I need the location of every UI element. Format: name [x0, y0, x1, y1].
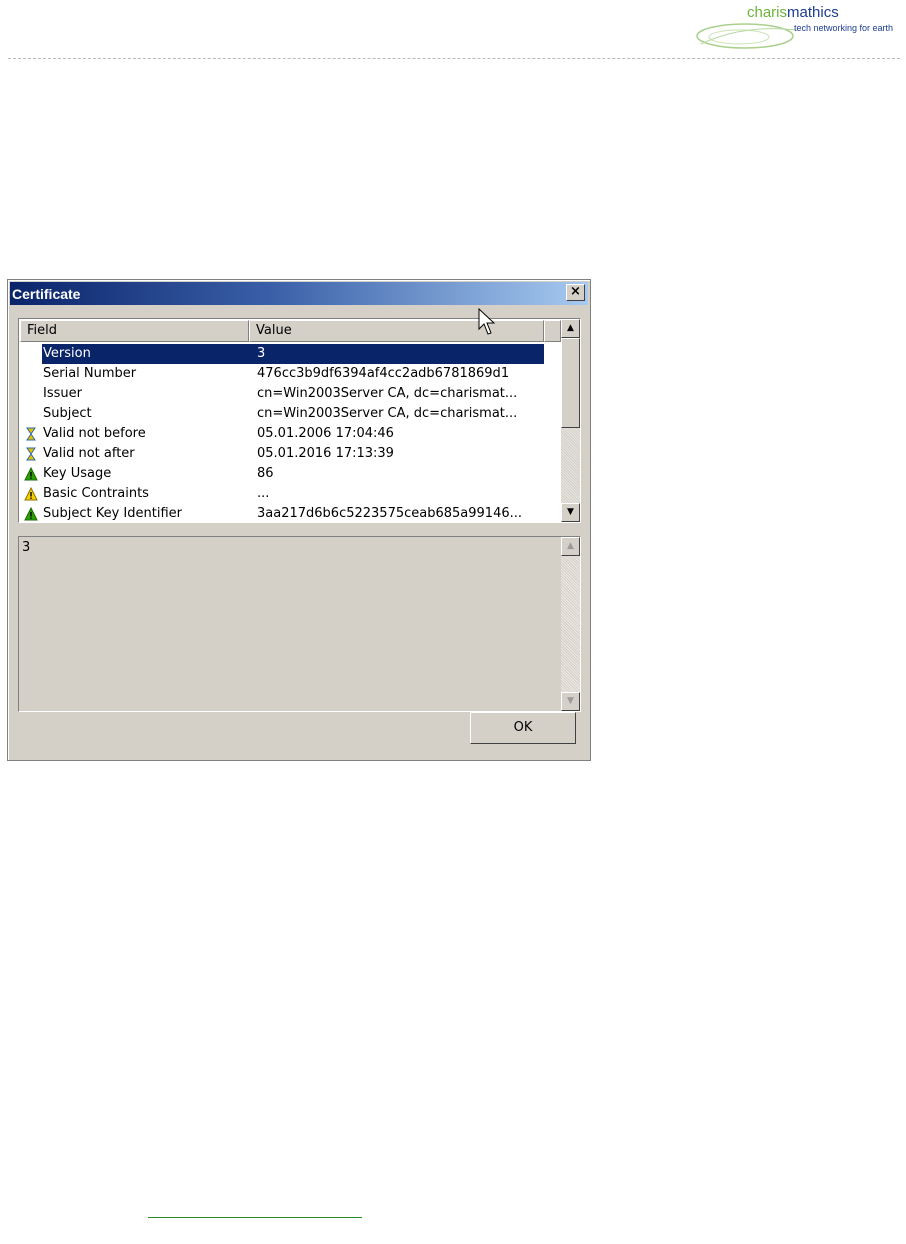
- field-value: ...: [257, 486, 270, 501]
- selection-highlight: [42, 344, 544, 364]
- logo-tagline: tech networking for earth: [794, 23, 894, 33]
- scroll-up-button[interactable]: ▲: [561, 319, 580, 338]
- warning-green-icon: [24, 466, 38, 481]
- list-scrollbar[interactable]: ▲ ▼: [561, 319, 580, 522]
- dialog-titlebar[interactable]: Certificate ×: [10, 282, 588, 305]
- list-item[interactable]: Subject cn=Win2003Server CA, dc=charismat…: [20, 404, 561, 424]
- scroll-down-button[interactable]: ▼: [561, 503, 580, 522]
- warning-green-icon: [24, 506, 38, 521]
- list-item[interactable]: Version 3: [20, 344, 561, 364]
- field-detail-box[interactable]: 3 ▲ ▼: [18, 536, 581, 712]
- list-item[interactable]: Key Usage 86: [20, 464, 561, 484]
- list-item[interactable]: Valid not after 05.01.2016 17:13:39: [20, 444, 561, 464]
- field-name: Valid not after: [43, 446, 135, 461]
- list-item[interactable]: Issuer cn=Win2003Server CA, dc=charismat.…: [20, 384, 561, 404]
- field-detail-text: 3: [22, 540, 31, 555]
- detail-scroll-down-button[interactable]: ▼: [561, 692, 580, 711]
- ok-button[interactable]: OK: [470, 712, 576, 744]
- field-name: Basic Contraints: [43, 486, 149, 501]
- scroll-thumb[interactable]: [561, 338, 580, 428]
- list-item[interactable]: Valid not before 05.01.2006 17:04:46: [20, 424, 561, 444]
- field-value: 476cc3b9df6394af4cc2adb6781869d1: [257, 366, 510, 381]
- field-value: 3: [257, 346, 266, 361]
- column-header-field[interactable]: Field: [20, 320, 249, 342]
- list-item[interactable]: Subject Key Identifier 3aa217d6b6c5223575…: [20, 504, 561, 521]
- mouse-cursor-icon: [478, 308, 496, 335]
- footer-link-underline: [148, 1217, 362, 1218]
- field-value: 05.01.2006 17:04:46: [257, 426, 394, 441]
- field-value: cn=Win2003Server CA, dc=charismat...: [257, 386, 518, 401]
- field-value: cn=Win2003Server CA, dc=charismat...: [257, 406, 518, 421]
- field-name: Subject: [43, 406, 92, 421]
- field-name: Valid not before: [43, 426, 146, 441]
- field-value: 3aa217d6b6c5223575ceab685a99146...: [257, 506, 523, 521]
- close-button[interactable]: ×: [566, 284, 585, 301]
- warning-yellow-icon: [24, 486, 38, 501]
- field-name: Version: [43, 346, 91, 361]
- field-name: Issuer: [43, 386, 82, 401]
- column-header-value[interactable]: Value: [249, 320, 544, 342]
- dialog-title: Certificate: [12, 286, 81, 302]
- hourglass-icon: [24, 427, 38, 441]
- logo-name: charismathics: [747, 4, 839, 21]
- list-rows: Version 3 Serial Number 476cc3b9df6394af4cc…: [20, 344, 561, 521]
- charismathics-logo: charismathics tech networking for earth: [693, 0, 906, 56]
- field-name: Subject Key Identifier: [43, 506, 182, 521]
- list-item[interactable]: Basic Contraints...: [20, 484, 561, 504]
- field-name: Key Usage: [43, 466, 112, 481]
- column-header-spacer: [544, 320, 561, 342]
- field-name: Serial Number: [43, 366, 137, 381]
- detail-scroll-up-button[interactable]: ▲: [561, 537, 580, 556]
- hourglass-icon: [24, 447, 38, 461]
- field-value: 05.01.2016 17:13:39: [257, 446, 394, 461]
- detail-scrollbar[interactable]: ▲ ▼: [561, 537, 580, 711]
- list-item[interactable]: Serial Number 476cc3b9df6394af4cc2adb6781…: [20, 364, 561, 384]
- header-divider: [8, 58, 900, 59]
- certificate-field-list[interactable]: Field Value Version 3 Serial Number 476cc3b…: [18, 318, 581, 523]
- certificate-dialog: Certificate × Field Value Version 3 Serial…: [7, 279, 591, 761]
- field-value: 86: [257, 466, 274, 481]
